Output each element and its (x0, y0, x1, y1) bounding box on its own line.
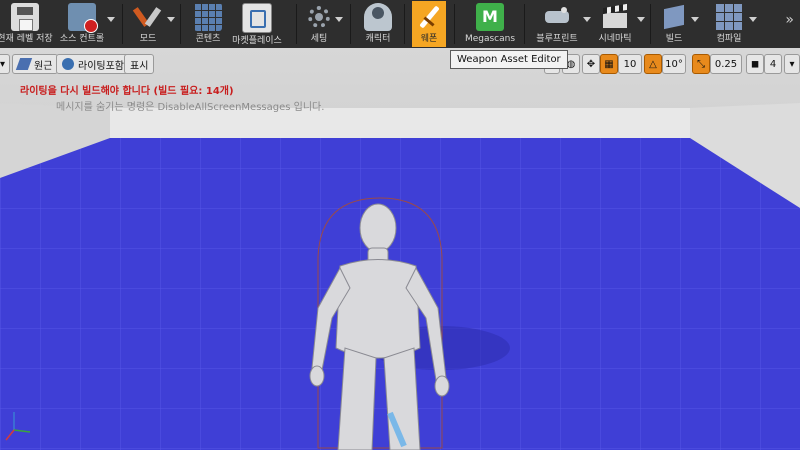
scale-snap-value[interactable]: 0.25 (710, 54, 742, 74)
megascans-icon: M (476, 3, 504, 31)
compile-label: 컴파일 (716, 34, 742, 44)
grid-snap-icon[interactable]: ▦ (600, 54, 618, 74)
content-icon (194, 3, 222, 31)
modes-icon (132, 3, 162, 31)
settings-label: 세팅 (310, 34, 328, 44)
perspective-label: 원근 (34, 60, 53, 72)
perspective-icon (15, 58, 33, 70)
cinematics-label: 시네마틱 (598, 34, 632, 44)
perspective-button[interactable]: 원근 (12, 54, 59, 74)
camera-speed-value[interactable]: 4 (764, 54, 782, 74)
blueprint-icon (543, 3, 571, 31)
settings-button[interactable]: 세팅 (304, 1, 343, 47)
save-icon (11, 3, 39, 31)
chevron-down-icon[interactable] (335, 17, 343, 22)
weapon-button[interactable]: 웨폰 (412, 1, 446, 47)
weapon-icon (415, 3, 443, 31)
compile-icon (715, 3, 743, 31)
weapon-asset-editor-tooltip: Weapon Asset Editor (450, 50, 568, 69)
source-control-label: 소스 컨트롤 (59, 34, 105, 44)
level-viewport[interactable]: ▾ 원근 라이팅포함 표시 ⤢ ◍ ✥ ▦ 10 △ 10° ⤡ 0.25 ◼ … (0, 48, 800, 450)
lit-sphere-icon (62, 58, 74, 70)
show-button[interactable]: 표시 (124, 54, 155, 74)
character-button[interactable]: 캐릭터 (358, 1, 398, 47)
source-control-button[interactable]: 소스 컨트롤 (58, 1, 115, 47)
show-label: 표시 (130, 60, 149, 72)
source-control-icon (68, 3, 98, 33)
compile-button[interactable]: 컴파일 (710, 1, 757, 47)
rotation-snap-value[interactable]: 10° (662, 54, 686, 74)
lit-mode-button[interactable]: 라이팅포함 (56, 54, 130, 74)
megascans-button[interactable]: M Megascans (462, 1, 518, 47)
build-button[interactable]: 빌드 (658, 1, 699, 47)
blueprints-button[interactable]: 블루프린트 (532, 1, 591, 47)
lit-mode-label: 라이팅포함 (78, 60, 124, 72)
blueprints-label: 블루프린트 (536, 34, 578, 44)
scale-snap-icon[interactable]: ⤡ (692, 54, 710, 74)
build-label: 빌드 (665, 34, 683, 44)
marketplace-button[interactable]: 마켓플레이스 (228, 1, 286, 47)
save-level-button[interactable]: 현재 레벨 저장 (0, 1, 53, 47)
chevron-down-icon[interactable] (691, 17, 699, 22)
rotation-snap-icon[interactable]: △ (644, 54, 662, 74)
main-toolbar: 현재 레벨 저장 소스 컨트롤 모드 콘텐츠 마켓플레이스 세팅 캐릭터 웨폰 … (0, 0, 800, 49)
viewport-options-button[interactable]: ▾ (0, 54, 10, 74)
content-label: 콘텐츠 (195, 34, 221, 44)
grid-snap-value[interactable]: 10 (618, 54, 642, 74)
chevron-down-icon[interactable] (107, 17, 115, 22)
cinematics-button[interactable]: 시네마틱 (594, 1, 645, 47)
character-label: 캐릭터 (365, 34, 391, 44)
save-level-label: 현재 레벨 저장 (0, 34, 53, 44)
lighting-rebuild-warning: 라이팅을 다시 빌드해야 합니다 (빌드 필요: 14개) (20, 86, 234, 97)
settings-icon (305, 3, 333, 31)
cinematics-icon (601, 3, 629, 31)
build-icon (660, 3, 688, 31)
character-icon (364, 3, 392, 31)
viewport-layout-icon[interactable]: ▾ (784, 54, 800, 74)
weapon-label: 웨폰 (420, 34, 438, 44)
camera-speed-icon[interactable]: ◼ (746, 54, 764, 74)
content-button[interactable]: 콘텐츠 (188, 1, 228, 47)
modes-label: 모드 (139, 34, 157, 44)
chevron-down-icon[interactable] (749, 17, 757, 22)
screen-message-hint: 메시지를 숨기는 명령은 DisableAllScreenMessages 입니… (56, 102, 325, 113)
chevron-down-icon[interactable] (583, 17, 591, 22)
chevron-down-icon[interactable] (637, 17, 645, 22)
modes-button[interactable]: 모드 (130, 1, 175, 47)
surface-snap-icon[interactable]: ✥ (582, 54, 600, 74)
megascans-label: Megascans (464, 34, 516, 44)
marketplace-label: 마켓플레이스 (232, 36, 282, 46)
toolbar-overflow-button[interactable]: » (785, 12, 794, 28)
marketplace-icon (242, 3, 272, 33)
chevron-down-icon[interactable] (167, 17, 175, 22)
